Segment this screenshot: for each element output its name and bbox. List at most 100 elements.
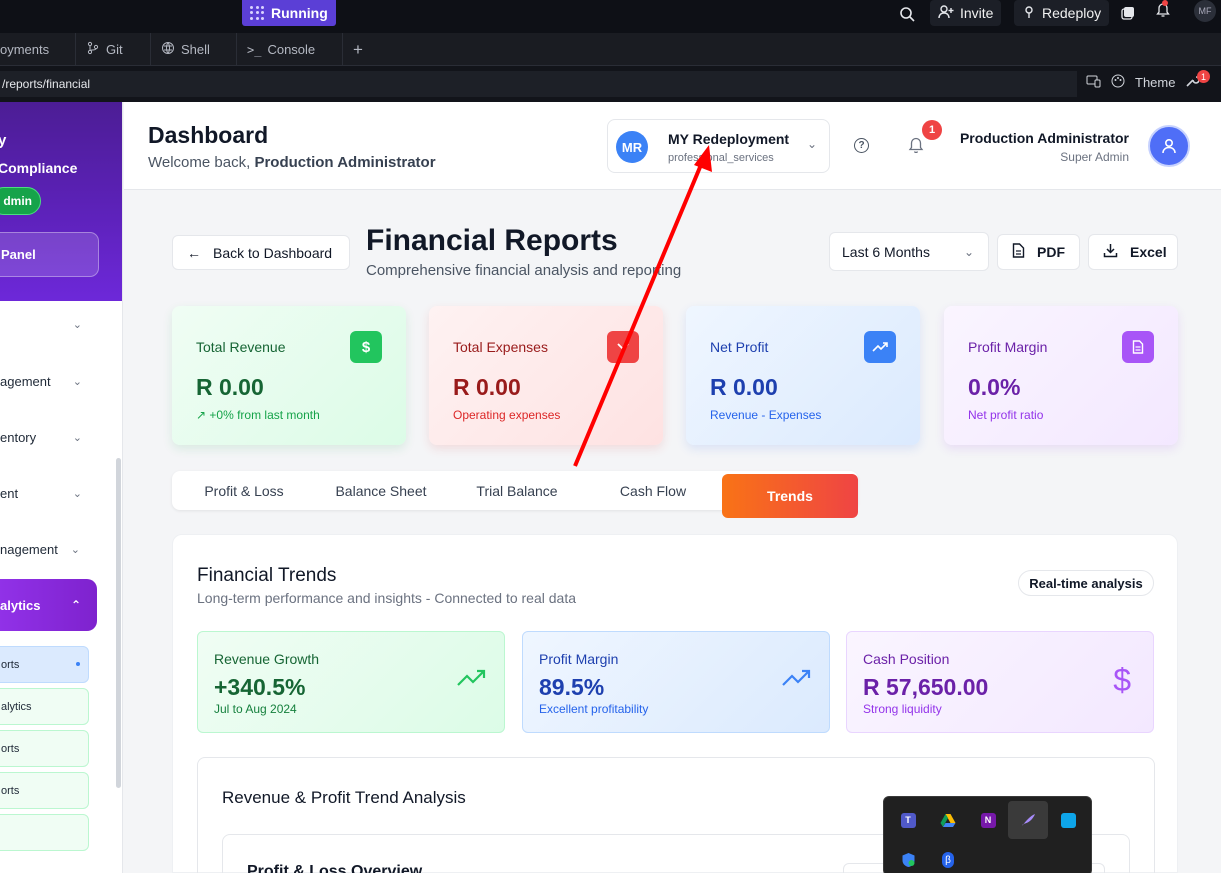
tab-balance-sheet[interactable]: Balance Sheet xyxy=(316,471,446,510)
sidebar-item-nagement[interactable]: nagement ⌄ xyxy=(0,538,86,560)
redeploy-button[interactable]: Redeploy xyxy=(1014,0,1110,26)
teams-icon[interactable]: T xyxy=(888,801,928,839)
welcome-text: Welcome back, Production Administrator xyxy=(148,154,436,171)
google-drive-icon[interactable] xyxy=(928,801,968,839)
user-avatar-icon[interactable] xyxy=(1148,125,1190,167)
dollar-icon: $ xyxy=(350,331,382,363)
sidebar-subitem-reports-3[interactable]: orts xyxy=(0,772,89,809)
preview-urlbar: /reports/financial Theme 1 xyxy=(0,66,1221,102)
url-input[interactable]: /reports/financial xyxy=(0,71,1077,97)
chevron-down-icon: ⌄ xyxy=(72,431,82,444)
grid-icon xyxy=(250,5,265,21)
sidebar-subitem-label: orts xyxy=(1,658,20,671)
export-excel-button[interactable]: Excel xyxy=(1088,234,1178,270)
organization-selector[interactable]: MR MY Redeployment professional_services… xyxy=(607,119,830,173)
sidebar-item-ent[interactable]: ent ⌄ xyxy=(0,482,92,504)
tab-profit-loss[interactable]: Profit & Loss xyxy=(172,471,316,510)
tab-trial-balance[interactable]: Trial Balance xyxy=(446,471,588,510)
trend-label: Profit Margin xyxy=(539,651,619,667)
security-shield-icon[interactable] xyxy=(888,841,928,873)
new-tab-button[interactable]: + xyxy=(343,33,377,66)
invite-button[interactable]: Invite xyxy=(930,0,1002,26)
deploy-icon xyxy=(1022,5,1036,22)
add-user-icon xyxy=(938,4,954,22)
devices-icon[interactable] xyxy=(1086,75,1101,91)
sidebar-item-analytics[interactable]: alytics ⌃ xyxy=(0,579,97,631)
chevron-down-icon: ⌄ xyxy=(70,543,80,556)
realtime-badge: Real-time analysis xyxy=(1018,570,1154,596)
bluetooth-icon[interactable]: β xyxy=(928,841,968,873)
back-to-dashboard-button[interactable]: ← Back to Dashboard xyxy=(172,235,350,270)
search-icon[interactable] xyxy=(899,6,915,25)
trending-up-icon xyxy=(781,668,811,693)
tab-trends[interactable]: Trends xyxy=(722,474,858,518)
user-avatar[interactable]: MF xyxy=(1194,0,1216,22)
trend-card-revenue-growth: Revenue Growth +340.5% Jul to Aug 2024 xyxy=(197,631,505,733)
kpi-note: Net profit ratio xyxy=(968,408,1044,422)
app-window-icon[interactable] xyxy=(1048,801,1088,839)
sidebar-subitem-label: orts xyxy=(1,784,20,797)
kpi-value: 0.0% xyxy=(968,374,1021,400)
section-title: Financial Trends xyxy=(197,565,337,586)
tab-shell[interactable]: Shell xyxy=(151,33,237,66)
trend-note: Strong liquidity xyxy=(863,702,942,716)
app-header: Dashboard Welcome back, Production Admin… xyxy=(124,102,1221,190)
trend-label: Cash Position xyxy=(863,651,950,667)
chevron-down-icon: ⌄ xyxy=(72,318,82,331)
pdf-label: PDF xyxy=(1037,244,1065,260)
trend-value: 89.5% xyxy=(539,674,605,700)
palette-icon[interactable] xyxy=(1111,74,1125,91)
kpi-total-expenses: Total Expenses R 0.00 Operating expenses xyxy=(429,306,663,445)
trending-up-icon: ↗ xyxy=(196,408,207,422)
download-icon xyxy=(1103,243,1118,261)
windows-icon[interactable] xyxy=(1121,6,1135,23)
trend-card-cash-position: Cash Position R 57,650.00 Strong liquidi… xyxy=(846,631,1154,733)
kpi-total-revenue: Total Revenue $ R 0.00 ↗ +0% from last m… xyxy=(172,306,406,445)
tab-deployments[interactable]: oyments xyxy=(0,33,76,66)
org-name: MY Redeployment xyxy=(668,131,790,147)
excel-label: Excel xyxy=(1130,244,1167,260)
document-icon xyxy=(1122,331,1154,363)
sidebar: y Compliance dmin Panel ⌄ agement ⌄ ento… xyxy=(0,102,123,873)
sidebar-subitem[interactable] xyxy=(0,814,89,851)
plus-icon: + xyxy=(353,39,363,59)
sidebar-item[interactable]: ⌄ xyxy=(0,313,92,335)
tab-label: Console xyxy=(267,42,316,57)
help-icon[interactable]: ? xyxy=(854,138,869,153)
chevron-up-icon: ⌃ xyxy=(70,598,81,612)
welcome-prefix: Welcome back, xyxy=(148,154,255,171)
kpi-value: R 0.00 xyxy=(453,374,521,400)
invite-label: Invite xyxy=(960,5,994,21)
sidebar-subitem-analytics[interactable]: alytics xyxy=(0,688,89,725)
sidebar-scrollbar[interactable] xyxy=(116,458,121,788)
report-tabs: Profit & Loss Balance Sheet Trial Balanc… xyxy=(172,471,858,518)
sidebar-item-label: agement xyxy=(0,373,51,389)
tab-git[interactable]: Git xyxy=(76,33,151,66)
user-name: Production Administrator xyxy=(959,130,1129,146)
kpi-profit-margin: Profit Margin 0.0% Net profit ratio xyxy=(944,306,1178,445)
export-pdf-button[interactable]: PDF xyxy=(997,234,1080,270)
tab-console[interactable]: >_ Console xyxy=(237,33,343,66)
sidebar-subitem-reports[interactable]: orts xyxy=(0,646,89,683)
sidebar-item-inventory[interactable]: entory ⌄ xyxy=(0,426,92,448)
page-title: Dashboard xyxy=(148,122,269,148)
sidebar-item-label: nagement xyxy=(0,541,58,557)
git-icon xyxy=(86,41,100,58)
chevron-down-icon: ⌄ xyxy=(72,375,82,388)
theme-label[interactable]: Theme xyxy=(1135,75,1175,90)
admin-panel-button[interactable]: Panel xyxy=(0,232,99,277)
kpi-note-text: +0% from last month xyxy=(209,408,320,422)
period-select[interactable]: Last 6 Months ⌄ xyxy=(829,232,989,271)
sidebar-item-label: ent xyxy=(0,485,19,501)
run-status-button[interactable]: Running xyxy=(242,0,336,26)
feather-icon[interactable] xyxy=(1008,801,1048,839)
replit-topbar: Running Invite Redeploy MF xyxy=(0,0,1221,33)
kpi-label: Net Profit xyxy=(710,339,769,355)
onenote-icon[interactable]: N xyxy=(968,801,1008,839)
tab-cash-flow[interactable]: Cash Flow xyxy=(588,471,718,510)
sidebar-subitem-reports-2[interactable]: orts xyxy=(0,730,89,767)
notifications-bell-icon[interactable] xyxy=(908,136,924,157)
sidebar-item-management[interactable]: agement ⌄ xyxy=(0,370,92,392)
sidebar-subitem-label: orts xyxy=(1,742,20,755)
trending-up-icon xyxy=(864,331,896,363)
